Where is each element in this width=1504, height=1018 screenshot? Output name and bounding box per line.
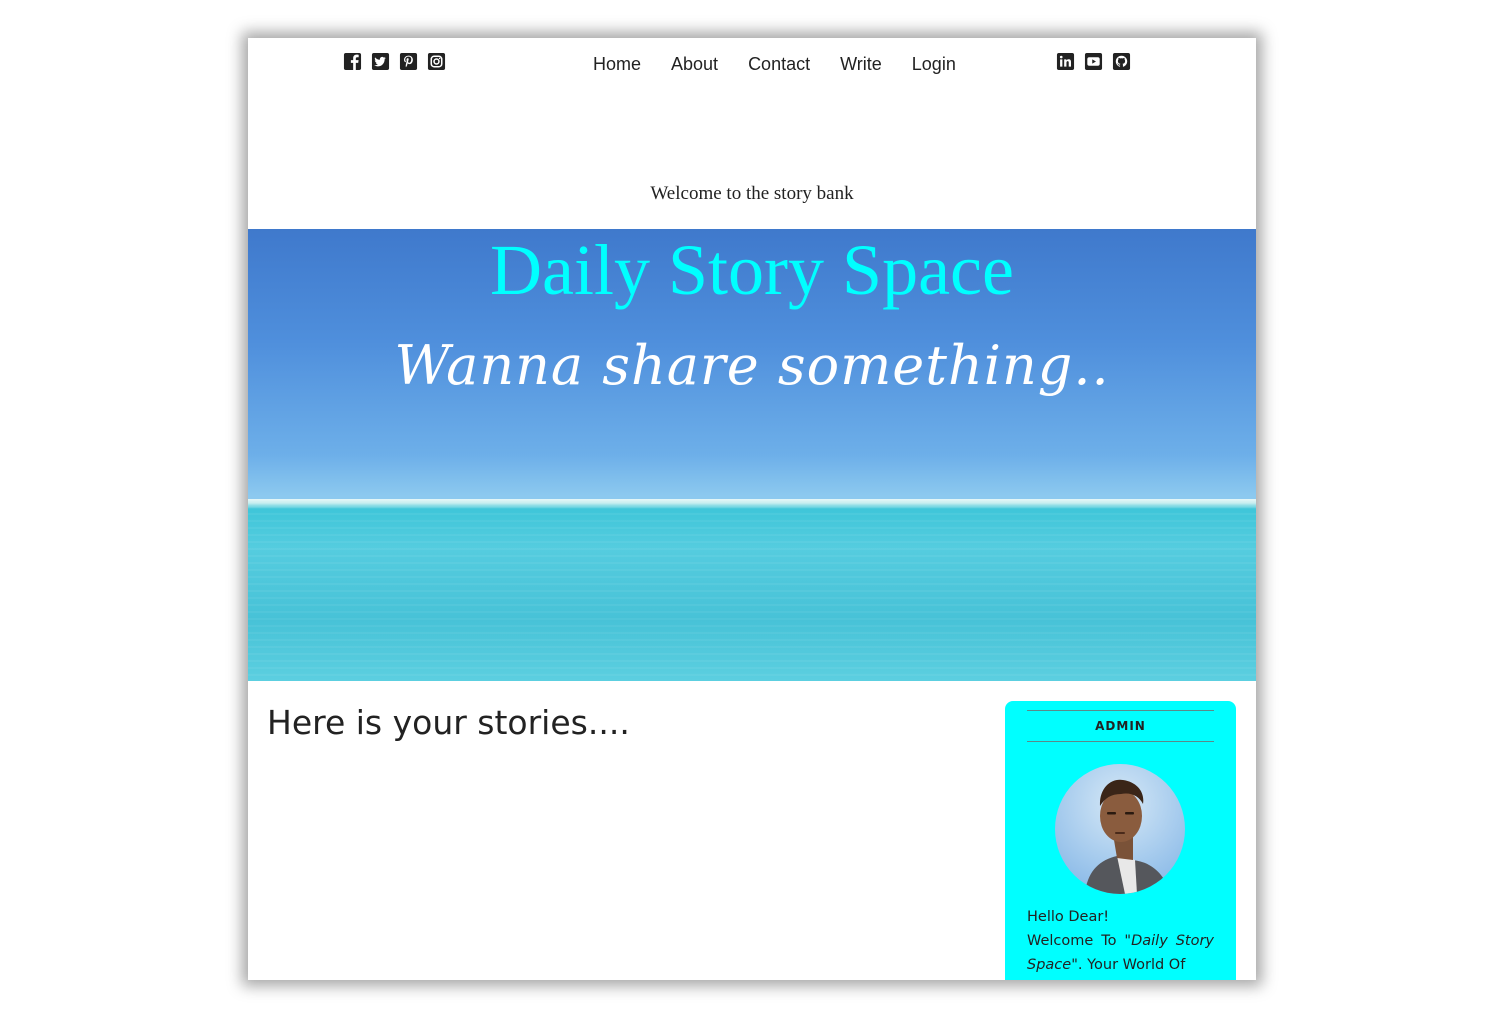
pinterest-icon[interactable] [399, 52, 418, 71]
twitter-icon[interactable] [371, 52, 390, 71]
social-links-right [1056, 52, 1131, 71]
facebook-icon[interactable] [343, 52, 362, 71]
hero-sea-background [248, 499, 1256, 681]
admin-card: ADMIN Hello Dear! Welcome To "Daily Stor… [1005, 701, 1236, 980]
nav-contact-link[interactable]: Contact [733, 52, 825, 76]
nav-write-link[interactable]: Write [825, 52, 897, 76]
nav-login-link[interactable]: Login [897, 52, 971, 76]
site-tagline: Welcome to the story bank [650, 183, 854, 204]
nav-home-link[interactable]: Home [578, 52, 656, 76]
main-nav: Home About Contact Write Login [578, 52, 971, 76]
nav-about-link[interactable]: About [656, 52, 733, 76]
linkedin-icon[interactable] [1056, 52, 1075, 71]
youtube-icon[interactable] [1084, 52, 1103, 71]
browser-page: Home About Contact Write Login Welcome t… [248, 38, 1256, 980]
stories-heading: Here is your stories.... [267, 703, 630, 742]
admin-bio: Hello Dear! Welcome To "Daily Story Spac… [1027, 905, 1214, 977]
admin-avatar-image [1085, 779, 1171, 894]
social-links-left [343, 52, 446, 71]
hero-banner: Daily Story Space Wanna share something.… [248, 229, 1256, 681]
admin-avatar [1055, 764, 1185, 894]
github-icon[interactable] [1112, 52, 1131, 71]
admin-bottom-divider [1027, 741, 1214, 742]
instagram-icon[interactable] [427, 52, 446, 71]
admin-welcome: Welcome To "Daily Story Space". Your Wor… [1027, 929, 1214, 977]
hero-subtitle: Wanna share something.. [394, 334, 1110, 397]
admin-greeting: Hello Dear! [1027, 909, 1110, 925]
admin-top-divider [1027, 710, 1214, 711]
admin-welcome-suffix: ". Your World Of [1071, 957, 1186, 973]
hero-title: Daily Story Space [490, 230, 1014, 310]
admin-welcome-prefix: Welcome To " [1027, 933, 1132, 949]
admin-label: ADMIN [1095, 719, 1146, 733]
